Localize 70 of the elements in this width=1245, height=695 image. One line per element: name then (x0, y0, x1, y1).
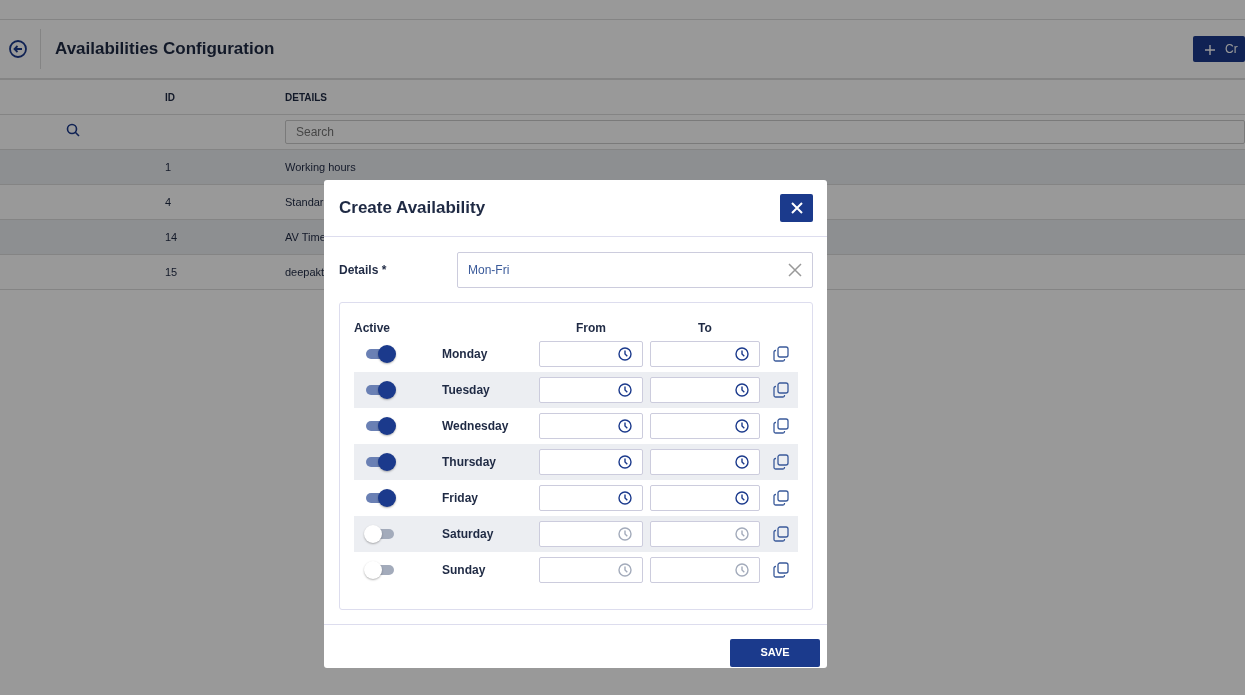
time-field[interactable] (650, 377, 760, 403)
page-title: Availabilities Configuration (55, 38, 275, 61)
time-field[interactable] (539, 341, 643, 367)
clock-icon[interactable] (735, 347, 749, 361)
toggle-switch[interactable] (364, 561, 396, 579)
table-cell-text: Standar (285, 194, 324, 210)
clock-icon[interactable] (735, 491, 749, 505)
copy-icon[interactable] (773, 526, 789, 542)
time-field[interactable] (650, 557, 760, 583)
time-field[interactable] (539, 557, 643, 583)
table-cell: 4 (165, 195, 172, 208)
day-label: Sunday (442, 563, 486, 577)
close-icon (790, 202, 803, 214)
copy-icon[interactable] (773, 382, 789, 398)
clock-icon[interactable] (735, 383, 749, 397)
copy-icon[interactable] (773, 490, 789, 506)
column-header: DETAILS (285, 90, 328, 105)
day-label: Saturday (442, 527, 494, 541)
table-cell: 14 (165, 230, 178, 243)
time-field[interactable] (539, 449, 643, 475)
search-icon (66, 122, 80, 137)
plus-icon (1205, 44, 1215, 55)
details-field[interactable]: Mon-Fri (457, 252, 813, 288)
time-field[interactable] (650, 413, 760, 439)
table-cell: 15 (165, 265, 178, 278)
day-label: Tuesday (442, 383, 490, 397)
copy-icon[interactable] (773, 562, 789, 578)
time-field[interactable] (650, 521, 760, 547)
toggle-switch[interactable] (364, 381, 396, 399)
time-field[interactable] (650, 341, 760, 367)
time-field[interactable] (650, 485, 760, 511)
table-cell-text: deepakt (285, 264, 325, 280)
time-field[interactable] (539, 521, 643, 547)
create-button[interactable]: Cr (1193, 36, 1245, 62)
clock-icon[interactable] (618, 419, 632, 433)
clock-icon[interactable] (735, 455, 749, 469)
table-cell-text: Working hours (285, 159, 356, 175)
toggle-switch[interactable] (364, 453, 396, 471)
field-label: Details * (339, 262, 388, 279)
time-field[interactable] (539, 377, 643, 403)
toggle-switch[interactable] (364, 345, 396, 363)
clock-icon[interactable] (735, 419, 749, 433)
column-header: ID (165, 91, 175, 103)
table-cell: 1 (165, 160, 172, 173)
column-header: To (698, 320, 712, 335)
day-label: Monday (442, 347, 488, 361)
copy-icon[interactable] (773, 454, 789, 470)
toggle-switch[interactable] (364, 417, 396, 435)
copy-icon[interactable] (773, 418, 789, 434)
day-label: Friday (442, 491, 478, 505)
time-field[interactable] (650, 449, 760, 475)
column-header: Active (354, 320, 391, 335)
time-field[interactable] (539, 485, 643, 511)
back-icon[interactable] (8, 39, 28, 59)
toggle-switch[interactable] (364, 525, 396, 543)
close-button[interactable] (780, 194, 813, 222)
clear-icon[interactable] (788, 263, 802, 277)
save-button[interactable]: SAVE (730, 638, 820, 667)
clock-icon[interactable] (618, 383, 632, 397)
time-field[interactable] (539, 413, 643, 439)
day-label: Thursday (442, 455, 496, 469)
column-header: From (576, 320, 606, 335)
clock-icon[interactable] (618, 347, 632, 361)
day-label: Wednesday (442, 419, 509, 433)
copy-icon[interactable] (773, 346, 789, 362)
clock-icon[interactable] (618, 491, 632, 505)
dialog-title: Create Availability (339, 197, 486, 220)
search-field[interactable]: Search (285, 120, 1245, 144)
toggle-switch[interactable] (364, 489, 396, 507)
clock-icon[interactable] (618, 455, 632, 469)
